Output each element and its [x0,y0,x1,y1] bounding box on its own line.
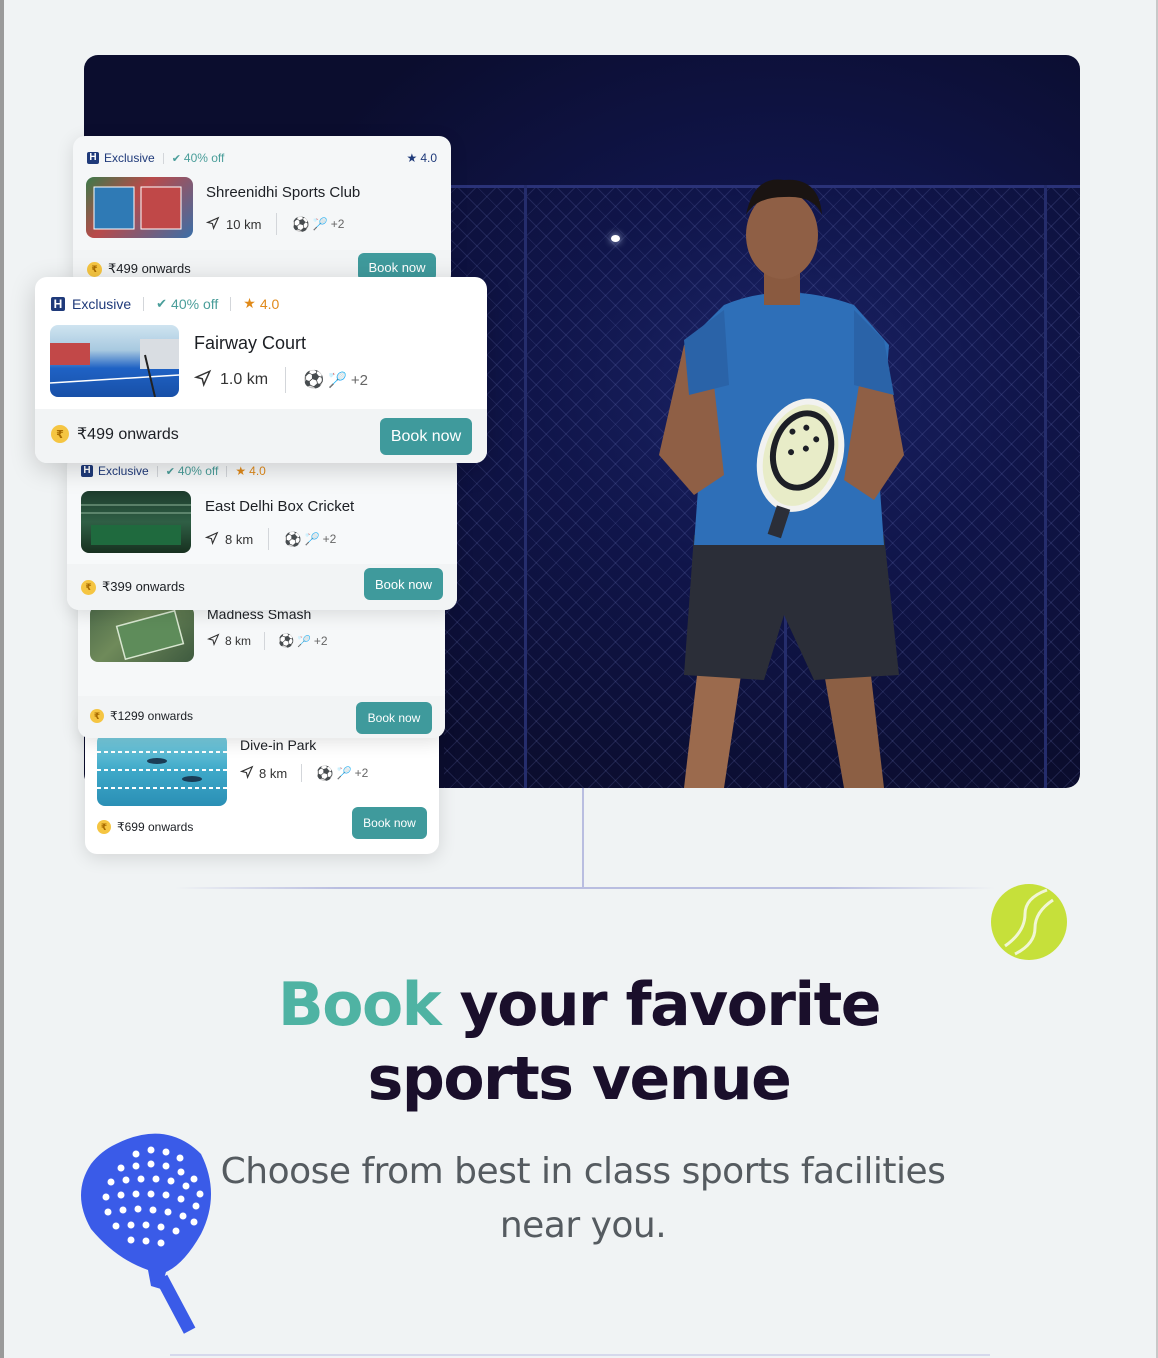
tennis-ball-icon [991,884,1067,960]
navigation-icon [239,765,254,782]
venue-price: ₹ ₹499 onwards [87,261,191,277]
venue-price: ₹ ₹1299 onwards [90,709,193,723]
hotel-h-icon: H [51,296,65,311]
bottom-divider [170,1354,990,1356]
verified-icon: ✔ [156,295,168,311]
rupee-coin-icon: ₹ [51,425,69,443]
exclusive-label: Exclusive [98,464,149,478]
venue-name: Shreenidhi Sports Club [206,184,361,201]
venue-distance: 8 km [259,765,288,781]
navigation-icon [206,633,220,649]
extra-sports-count: +2 [313,634,328,648]
discount-label: 40% off [183,151,225,165]
navigation-icon [204,531,219,548]
hero-headline: Book your favorite sports venue [0,968,1158,1116]
venue-price: ₹ ₹699 onwards [97,820,193,834]
hero-subtitle: Choose from best in class sports facilit… [220,1151,946,1246]
venue-thumbnail [86,177,193,238]
rating-value: 4.0 [259,295,280,312]
venue-meta: 8 km ⚽ 🏸 +2 [239,764,368,782]
football-icon: ⚽ [303,370,325,389]
venue-thumbnail [90,606,194,662]
venue-distance: 8 km [225,634,252,648]
hotel-h-icon: H [81,465,93,477]
venue-name: Dive-in Park [240,737,317,753]
sports-icons: ⚽ 🏸 +2 [278,633,328,649]
verified-icon: ✔ [171,152,181,165]
rupee-coin-icon: ₹ [81,579,96,595]
price-label: ₹499 onwards [77,426,179,443]
book-now-button[interactable]: Book now [352,807,427,839]
racket-icon: 🏸 [336,766,352,780]
frame-edge-left [0,0,4,1358]
navigation-icon [205,216,220,233]
price-label: ₹1299 onwards [110,709,194,723]
football-icon: ⚽ [284,530,302,547]
sports-icons: ⚽ 🏸 +2 [303,370,368,390]
headline-accent: Book [278,970,442,1040]
discount-label: 40% off [177,464,219,478]
venue-thumbnail [81,491,191,553]
venue-meta: 8 km ⚽ 🏸 +2 [204,528,336,550]
exclusive-label: Exclusive [104,151,155,165]
extra-sports-count: +2 [322,532,337,546]
venue-meta: 10 km ⚽ 🏸 +2 [205,213,344,235]
venue-distance: 1.0 km [220,371,269,388]
venue-price: ₹ ₹399 onwards [81,579,185,595]
rupee-coin-icon: ₹ [87,261,102,277]
exclusive-label: Exclusive [72,295,132,312]
verified-icon: ✔ [165,465,175,478]
venue-meta: 1.0 km ⚽ 🏸 +2 [193,367,368,393]
racket-icon: 🏸 [297,635,311,648]
sports-icons: ⚽ 🏸 +2 [284,531,336,548]
hotel-h-icon: H [87,152,99,164]
price-label: ₹399 onwards [102,579,185,594]
headline-line2: sports venue [367,1044,792,1114]
venue-distance: 8 km [225,531,254,547]
extra-sports-count: +2 [350,371,368,389]
padel-racket-icon [81,1133,211,1334]
card-tags: H Exclusive ✔ 40% off ★ 4.0 [51,295,279,312]
racket-icon: 🏸 [304,532,320,546]
racket-icon: 🏸 [312,217,328,231]
price-label: ₹499 onwards [108,261,191,276]
sports-icons: ⚽ 🏸 +2 [292,216,344,233]
discount-label: 40% off [171,295,219,312]
sports-icons: ⚽ 🏸 +2 [316,765,368,782]
venue-name: East Delhi Box Cricket [205,498,355,515]
headline-line1: your favorite [459,970,881,1040]
venue-card[interactable]: Madness Smash 8 km ⚽ 🏸 +2 ₹ ₹1299 onward… [78,588,445,738]
book-now-button[interactable]: Book now [364,568,443,600]
venue-card[interactable]: H Exclusive ✔ 40% off ★ 4.0 East Delhi B… [67,454,457,610]
card-tags: H Exclusive ✔ 40% off ★ 4.0 [81,464,266,478]
venue-name: Fairway Court [194,333,307,353]
navigation-icon [193,369,212,392]
connector-line [582,788,584,888]
football-icon: ⚽ [278,633,295,648]
racket-icon: 🏸 [328,372,347,389]
venue-price: ₹ ₹499 onwards [51,424,179,444]
football-icon: ⚽ [316,764,334,781]
extra-sports-count: +2 [330,217,345,231]
star-icon: ★ [235,464,247,478]
book-now-button[interactable]: Book now [380,418,472,455]
venue-distance: 10 km [226,216,262,232]
price-label: ₹699 onwards [117,820,194,834]
extra-sports-count: +2 [354,766,369,780]
venue-thumbnail [97,734,227,806]
venue-thumbnail [50,325,179,397]
football-icon: ⚽ [292,215,310,232]
book-now-button[interactable]: Book now [356,702,432,734]
rupee-coin-icon: ₹ [97,820,111,834]
venue-card-featured[interactable]: H Exclusive ✔ 40% off ★ 4.0 Fairway Cour… [35,277,487,463]
star-icon: ★ [406,151,418,165]
rating-value: 4.0 [420,151,437,165]
card-tags: H Exclusive ✔ 40% off ★ 4.0 [87,151,437,165]
rating-value: 4.0 [249,464,266,478]
divider-line [175,887,995,889]
rupee-coin-icon: ₹ [90,709,104,723]
venue-meta: 8 km ⚽ 🏸 +2 [206,632,328,650]
star-icon: ★ [243,295,256,311]
venue-card[interactable]: H Exclusive ✔ 40% off ★ 4.0 Shreenidhi S… [73,136,451,286]
